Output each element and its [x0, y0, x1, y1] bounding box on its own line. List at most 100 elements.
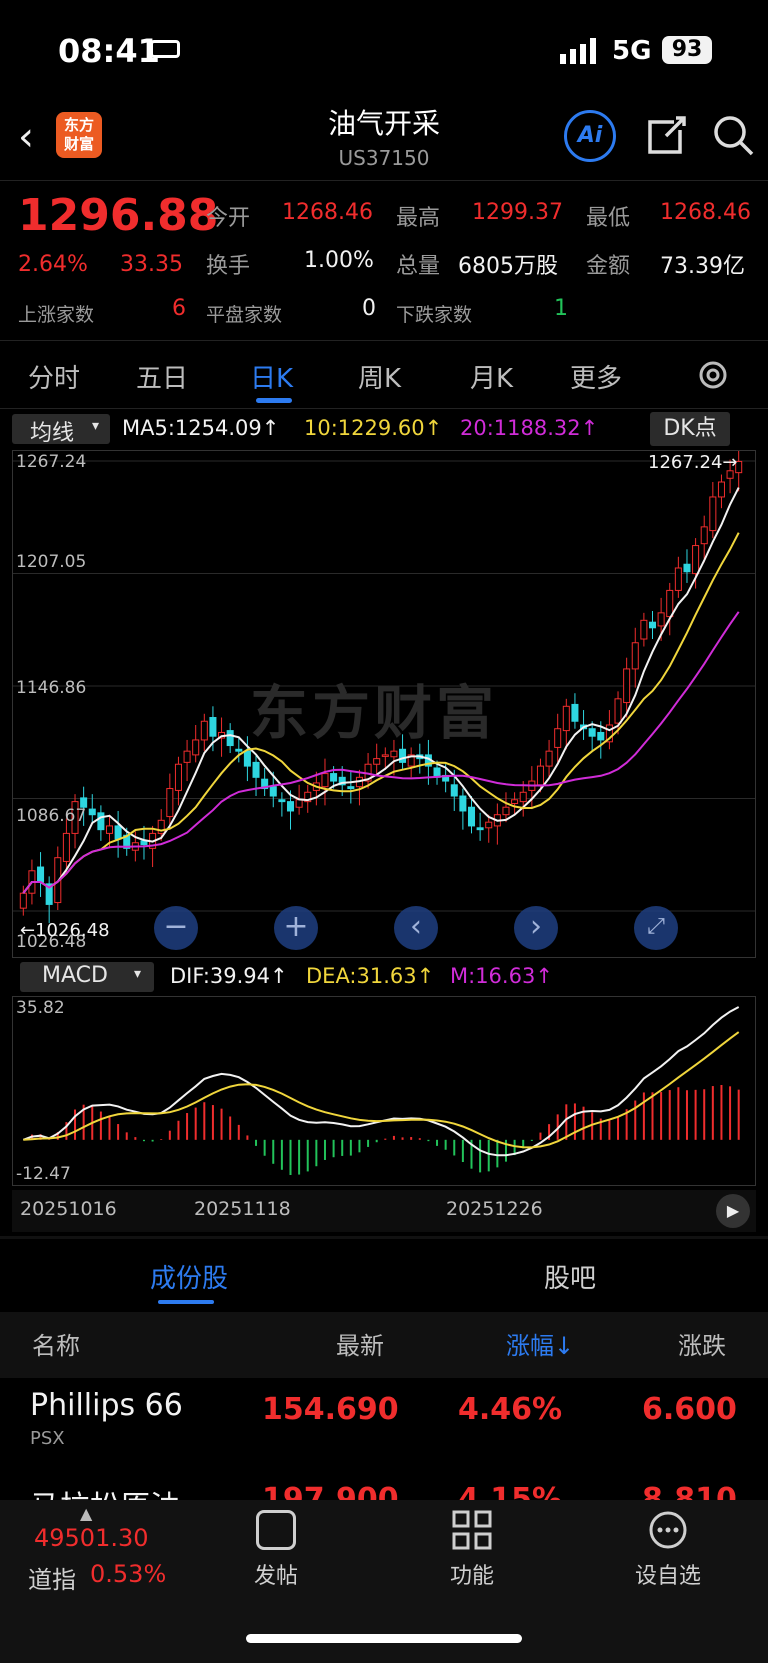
candle [347, 786, 355, 790]
tab-more[interactable]: 更多 [570, 358, 622, 395]
m-value: M:16.63↑ [450, 964, 553, 988]
tabbar-functions[interactable]: 功能 [412, 1506, 532, 1596]
more-icon [648, 1510, 688, 1554]
date-1: 20251016 [20, 1198, 117, 1220]
candle [278, 799, 286, 803]
candle [209, 717, 217, 737]
table-row[interactable]: Phillips 66 PSX 154.690 4.46% 6.600 [0, 1378, 768, 1470]
share-icon[interactable] [646, 114, 688, 160]
candle [114, 825, 122, 840]
index-name: 道指 [28, 1566, 76, 1594]
candle [571, 703, 579, 722]
candle [399, 748, 407, 763]
chevron-up-icon[interactable]: ▲ [80, 1504, 92, 1523]
tab-constituents[interactable]: 成份股 [150, 1258, 228, 1295]
candle [511, 799, 519, 804]
ma-selector[interactable]: 均线 ▾ [12, 414, 110, 446]
index-value[interactable]: 49501.30 [34, 1524, 149, 1552]
candle [200, 720, 208, 741]
date-2: 20251118 [194, 1198, 291, 1220]
active-tab-indicator [256, 398, 292, 403]
list-header [0, 1312, 768, 1378]
col-change-pct[interactable]: 涨幅↓ [506, 1326, 574, 1361]
macd-selector-label: MACD [42, 963, 108, 988]
fullscreen-button[interactable]: ⤢ [634, 906, 678, 950]
search-icon[interactable] [712, 114, 756, 162]
dk-button[interactable]: DK点 [650, 412, 730, 446]
flat-count-label: 平盘家数 [206, 304, 283, 326]
play-icon[interactable]: ▶ [716, 1194, 750, 1228]
candle [166, 788, 174, 818]
col-name[interactable]: 名称 [32, 1326, 80, 1361]
col-latest[interactable]: 最新 [336, 1326, 384, 1361]
candle [37, 866, 45, 883]
max-marker: 1267.24→ [648, 452, 738, 473]
candle [373, 758, 381, 765]
y-tick-3: 1146.86 [16, 678, 87, 698]
candle [459, 795, 467, 812]
col-change[interactable]: 涨跌 [678, 1326, 726, 1361]
candle [243, 750, 251, 767]
zoom-out-button[interactable]: − [154, 906, 198, 950]
date-3: 20251226 [446, 1198, 543, 1220]
tabbar-post[interactable]: 发帖 [216, 1506, 336, 1596]
candle [631, 642, 639, 670]
candle [692, 545, 700, 575]
candle [700, 526, 708, 545]
edit-icon [256, 1510, 296, 1550]
candle [269, 786, 277, 797]
candle [648, 621, 657, 629]
scroll-right-button[interactable]: › [514, 906, 558, 950]
tab-forum[interactable]: 股吧 [544, 1258, 596, 1295]
candle [330, 773, 338, 782]
y-tick-4: 1086.67 [16, 806, 87, 826]
network-label: 5G [612, 36, 652, 66]
candle [295, 799, 303, 808]
current-price: 1296.88 [18, 190, 219, 241]
y-tick-1: 1267.24 [16, 452, 87, 472]
divider [0, 180, 768, 181]
zoom-in-button[interactable]: + [274, 906, 318, 950]
candle [545, 750, 553, 767]
ai-button[interactable]: Ai [564, 110, 616, 162]
macd-selector[interactable]: MACD ▾ [20, 962, 154, 992]
table-row[interactable]: 马拉松原油 197.900 4.15% 8.810 [0, 1476, 768, 1500]
candle [562, 705, 570, 732]
row-name: Phillips 66 [30, 1388, 183, 1423]
candle [174, 763, 182, 791]
tab-weekly-k[interactable]: 周K [358, 358, 401, 395]
amount-label: 金额 [586, 254, 631, 279]
row-change-pct: 4.15% [458, 1482, 563, 1500]
tabbar-favorites-label: 设自选 [634, 1564, 701, 1589]
candle [381, 754, 389, 757]
candle [286, 801, 295, 812]
tabbar-post-label: 发帖 [253, 1564, 298, 1589]
candle [614, 698, 622, 724]
down-count: 1 [554, 296, 568, 321]
tab-daily-k[interactable]: 日K [250, 358, 293, 395]
index-pct: 0.53% [90, 1560, 167, 1588]
candle [554, 728, 562, 748]
turnover-value: 1.00% [304, 248, 374, 273]
settings-icon[interactable] [696, 358, 730, 396]
tab-monthly-k[interactable]: 月K [470, 358, 513, 395]
candle [683, 563, 691, 573]
candle [321, 773, 329, 788]
flat-count: 0 [362, 296, 376, 321]
candle [192, 739, 200, 756]
candle [450, 784, 458, 797]
candle [476, 827, 484, 831]
candle [88, 808, 96, 816]
dif-value: DIF:39.94↑ [170, 964, 288, 988]
tab-five-day[interactable]: 五日 [136, 358, 188, 395]
candle [709, 496, 717, 532]
low-label: 最低 [586, 206, 631, 231]
candle [235, 748, 243, 752]
tabbar-favorites[interactable]: 设自选 [608, 1506, 728, 1596]
candle [19, 892, 27, 909]
scroll-left-button[interactable]: ‹ [394, 906, 438, 950]
tab-intraday[interactable]: 分时 [28, 358, 80, 395]
candle [502, 806, 510, 816]
macd-chart[interactable] [12, 996, 756, 1186]
ma10-value: 10:1229.60↑ [304, 416, 443, 440]
